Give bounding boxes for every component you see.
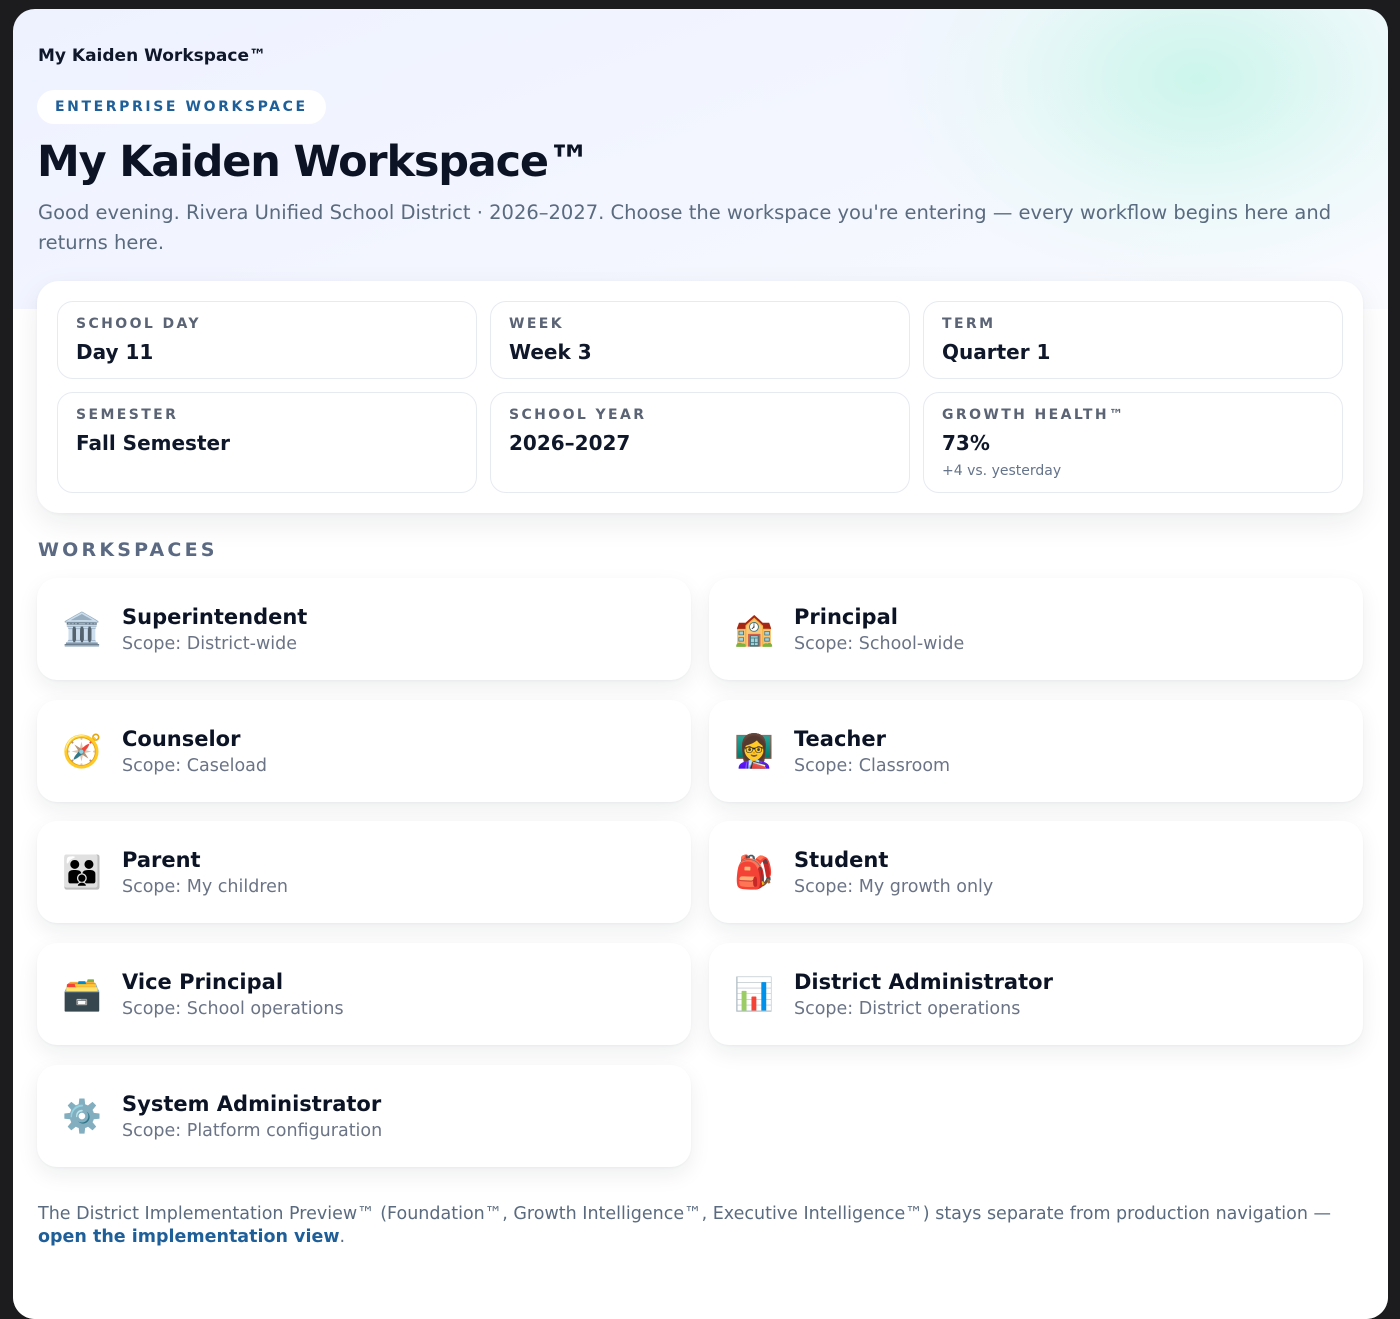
- workspace-scope: Scope: District operations: [794, 998, 1021, 1019]
- page-title: My Kaiden Workspace™: [37, 137, 591, 187]
- stat-label: SEMESTER: [76, 407, 179, 423]
- workspace-card-principal[interactable]: 🏫 Principal Scope: School-wide: [709, 578, 1363, 680]
- greeting-subtitle: Good evening. Rivera Unified School Dist…: [38, 201, 1332, 254]
- workspace-card-parent[interactable]: 👪 Parent Scope: My children: [37, 821, 691, 923]
- workspace-window: My Kaiden Workspace™ ENTERPRISE WORKSPAC…: [13, 9, 1388, 1319]
- bar-chart-icon: 📊: [734, 975, 774, 1013]
- stat-value: Week 3: [509, 340, 592, 364]
- stat-label: SCHOOL YEAR: [509, 407, 647, 423]
- gear-icon: ⚙️: [62, 1097, 102, 1135]
- footer-text: The District Implementation Preview™ (Fo…: [38, 1204, 1332, 1224]
- enterprise-workspace-badge: ENTERPRISE WORKSPACE: [37, 90, 326, 124]
- open-implementation-view-link[interactable]: open the implementation view: [38, 1227, 340, 1247]
- compass-icon: 🧭: [62, 732, 102, 770]
- workspace-name: Parent: [122, 847, 201, 872]
- workspace-scope: Scope: My children: [122, 876, 289, 897]
- stat-value: Quarter 1: [942, 340, 1051, 364]
- workspaces-heading: WORKSPACES: [38, 539, 218, 561]
- stat-label: GROWTH HEALTH™: [942, 407, 1126, 423]
- workspace-card-vice-principal[interactable]: 🗃️ Vice Principal Scope: School operatio…: [37, 943, 691, 1045]
- workspace-name: Vice Principal: [122, 969, 284, 994]
- workspace-card-teacher[interactable]: 👩‍🏫 Teacher Scope: Classroom: [709, 700, 1363, 802]
- workspace-scope: Scope: Classroom: [794, 755, 951, 776]
- stat-label: TERM: [942, 316, 996, 332]
- workspace-name: Principal: [794, 604, 898, 629]
- workspace-name: Counselor: [122, 726, 241, 751]
- workspace-name: System Administrator: [122, 1091, 382, 1116]
- workspace-scope: Scope: Caseload: [122, 755, 267, 776]
- stat-school-year: SCHOOL YEAR 2026–2027: [490, 392, 910, 493]
- workspace-scope: Scope: School-wide: [794, 633, 965, 654]
- backpack-icon: 🎒: [734, 853, 774, 891]
- stat-value: Day 11: [76, 340, 154, 364]
- workspace-card-counselor[interactable]: 🧭 Counselor Scope: Caseload: [37, 700, 691, 802]
- workspace-scope: Scope: School operations: [122, 998, 344, 1019]
- workspace-scope: Scope: My growth only: [794, 876, 994, 897]
- stat-value: 2026–2027: [509, 431, 631, 455]
- family-icon: 👪: [62, 853, 102, 891]
- classical-building-icon: 🏛️: [62, 610, 102, 648]
- teacher-icon: 👩‍🏫: [734, 732, 774, 770]
- stat-term: TERM Quarter 1: [923, 301, 1343, 379]
- workspace-card-system-administrator[interactable]: ⚙️ System Administrator Scope: Platform …: [37, 1065, 691, 1167]
- workspace-name: Teacher: [794, 726, 886, 751]
- workspace-card-superintendent[interactable]: 🏛️ Superintendent Scope: District-wide: [37, 578, 691, 680]
- stat-label: SCHOOL DAY: [76, 316, 201, 332]
- school-icon: 🏫: [734, 610, 774, 648]
- workspace-card-district-administrator[interactable]: 📊 District Administrator Scope: District…: [709, 943, 1363, 1045]
- stat-label: WEEK: [509, 316, 565, 332]
- stat-school-day: SCHOOL DAY Day 11: [57, 301, 477, 379]
- workspace-name: Student: [794, 847, 889, 872]
- stat-value: Fall Semester: [76, 431, 230, 455]
- card-file-box-icon: 🗃️: [62, 975, 102, 1013]
- app-title: My Kaiden Workspace™: [38, 46, 266, 66]
- calendar-stats-card: SCHOOL DAY Day 11 WEEK Week 3 TERM Quart…: [37, 281, 1363, 513]
- workspace-scope: Scope: District-wide: [122, 633, 297, 654]
- stat-delta: +4 vs. yesterday: [942, 463, 1062, 479]
- workspace-scope: Scope: Platform configuration: [122, 1120, 383, 1141]
- workspace-name: Superintendent: [122, 604, 308, 629]
- stat-week: WEEK Week 3: [490, 301, 910, 379]
- workspace-card-student[interactable]: 🎒 Student Scope: My growth only: [709, 821, 1363, 923]
- footer-end: .: [339, 1227, 346, 1247]
- stat-growth-health: GROWTH HEALTH™ 73% +4 vs. yesterday: [923, 392, 1343, 493]
- stat-semester: SEMESTER Fall Semester: [57, 392, 477, 493]
- workspace-name: District Administrator: [794, 969, 1053, 994]
- implementation-preview-note: The District Implementation Preview™ (Fo…: [38, 1203, 1358, 1249]
- stat-value: 73%: [942, 431, 990, 455]
